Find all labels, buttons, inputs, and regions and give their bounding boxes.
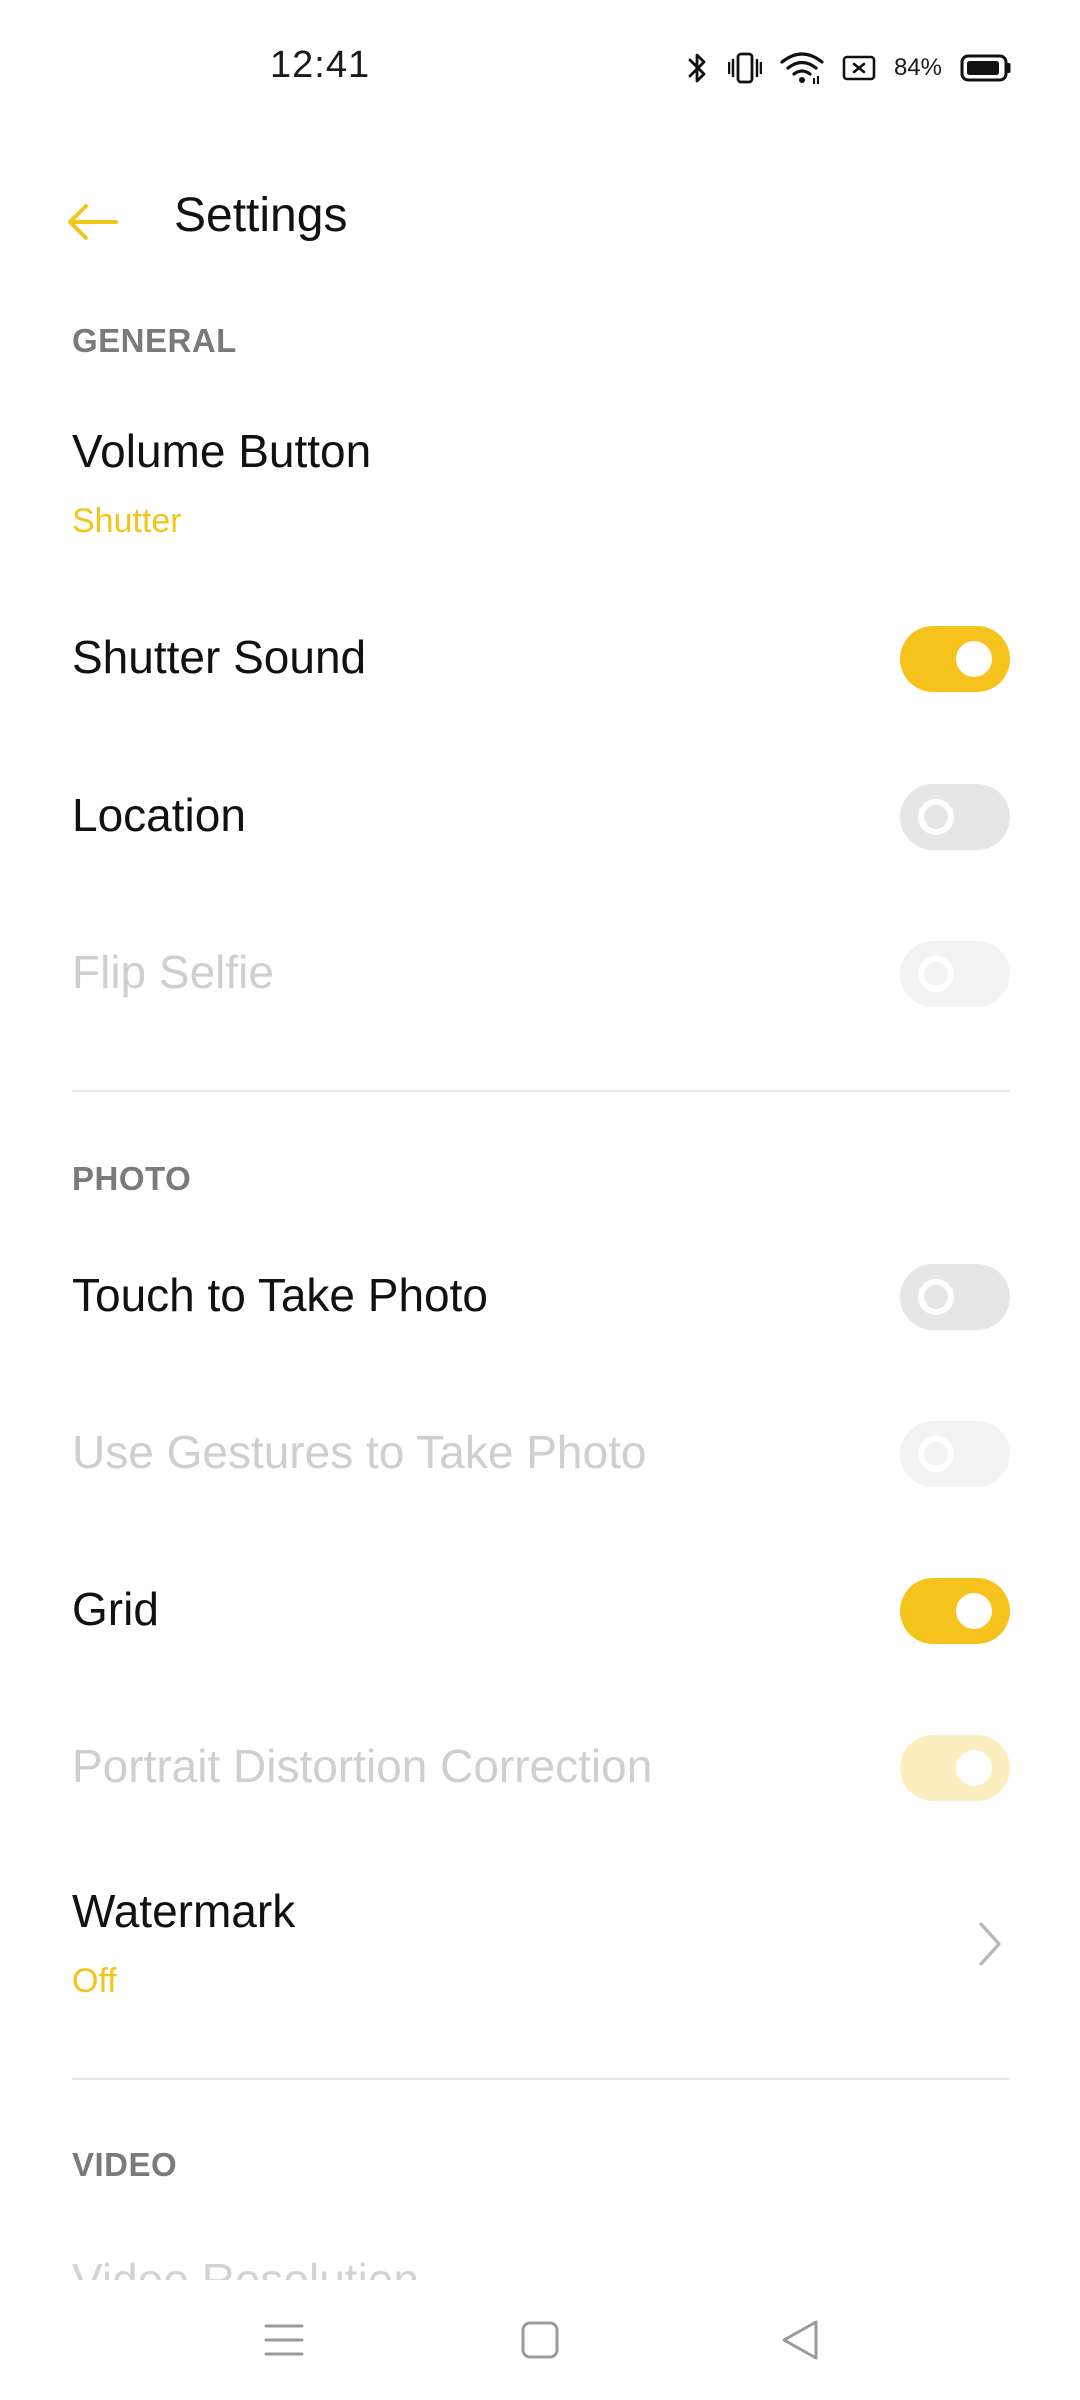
setting-volume-button[interactable]: Volume Button Shutter bbox=[0, 420, 1080, 570]
status-icons: 84% bbox=[686, 48, 1012, 88]
section-divider bbox=[72, 2078, 1010, 2080]
battery-percent: 84% bbox=[893, 54, 942, 81]
status-bar: 12:41 84% bbox=[0, 0, 1080, 140]
setting-label: Portrait Distortion Correction bbox=[72, 1740, 653, 1792]
setting-watermark[interactable]: Watermark Off bbox=[0, 1880, 1080, 2030]
chevron-right-icon bbox=[970, 1914, 1010, 1974]
bluetooth-icon bbox=[686, 50, 710, 86]
section-header-photo: PHOTO bbox=[72, 1160, 192, 1197]
setting-label: Volume Button bbox=[72, 425, 372, 477]
setting-video-resolution[interactable]: Video Resolution bbox=[72, 2245, 419, 2285]
setting-use-gestures: Use Gestures to Take Photo bbox=[0, 1405, 1080, 1505]
section-header-general: GENERAL bbox=[72, 322, 237, 359]
back-arrow-icon bbox=[68, 204, 118, 240]
back-button[interactable] bbox=[60, 190, 124, 254]
setting-touch-to-take-photo[interactable]: Touch to Take Photo bbox=[0, 1248, 1080, 1348]
battery-icon bbox=[960, 53, 1012, 83]
wifi-icon bbox=[780, 50, 824, 86]
section-divider bbox=[72, 1090, 1010, 1092]
setting-label: Use Gestures to Take Photo bbox=[72, 1426, 647, 1478]
setting-label: Touch to Take Photo bbox=[72, 1269, 488, 1321]
setting-flip-selfie: Flip Selfie bbox=[0, 925, 1080, 1025]
setting-label: Flip Selfie bbox=[72, 946, 274, 998]
page-title: Settings bbox=[174, 189, 348, 242]
system-nav-bar bbox=[0, 2280, 1080, 2400]
setting-label: Watermark bbox=[72, 1885, 296, 1937]
setting-shutter-sound[interactable]: Shutter Sound bbox=[0, 610, 1080, 710]
menu-icon[interactable] bbox=[254, 2310, 314, 2370]
setting-label: Location bbox=[72, 789, 246, 841]
vibrate-icon bbox=[727, 50, 762, 86]
back-icon[interactable] bbox=[770, 2310, 830, 2370]
use-gestures-toggle bbox=[900, 1421, 1010, 1487]
app-header: Settings bbox=[0, 160, 1080, 270]
shutter-sound-toggle[interactable] bbox=[900, 626, 1010, 692]
setting-value: Shutter bbox=[72, 502, 182, 540]
status-time: 12:41 bbox=[270, 44, 371, 86]
flip-selfie-toggle bbox=[900, 941, 1010, 1007]
location-toggle[interactable] bbox=[900, 784, 1010, 850]
setting-portrait-distortion: Portrait Distortion Correction bbox=[0, 1719, 1080, 1819]
grid-toggle[interactable] bbox=[900, 1578, 1010, 1644]
touch-to-take-photo-toggle[interactable] bbox=[900, 1264, 1010, 1330]
setting-grid[interactable]: Grid bbox=[0, 1562, 1080, 1662]
setting-label: Grid bbox=[72, 1583, 159, 1635]
portrait-distortion-toggle bbox=[900, 1735, 1010, 1801]
setting-label: Shutter Sound bbox=[72, 631, 367, 683]
camera-settings-screen: 12:41 84% Settings GENERAL Volume Button… bbox=[0, 0, 1080, 2400]
setting-location[interactable]: Location bbox=[0, 768, 1080, 868]
sim-icon bbox=[842, 53, 876, 83]
setting-value: Off bbox=[72, 1962, 117, 2000]
section-header-video: VIDEO bbox=[72, 2146, 178, 2183]
home-icon[interactable] bbox=[510, 2310, 570, 2370]
